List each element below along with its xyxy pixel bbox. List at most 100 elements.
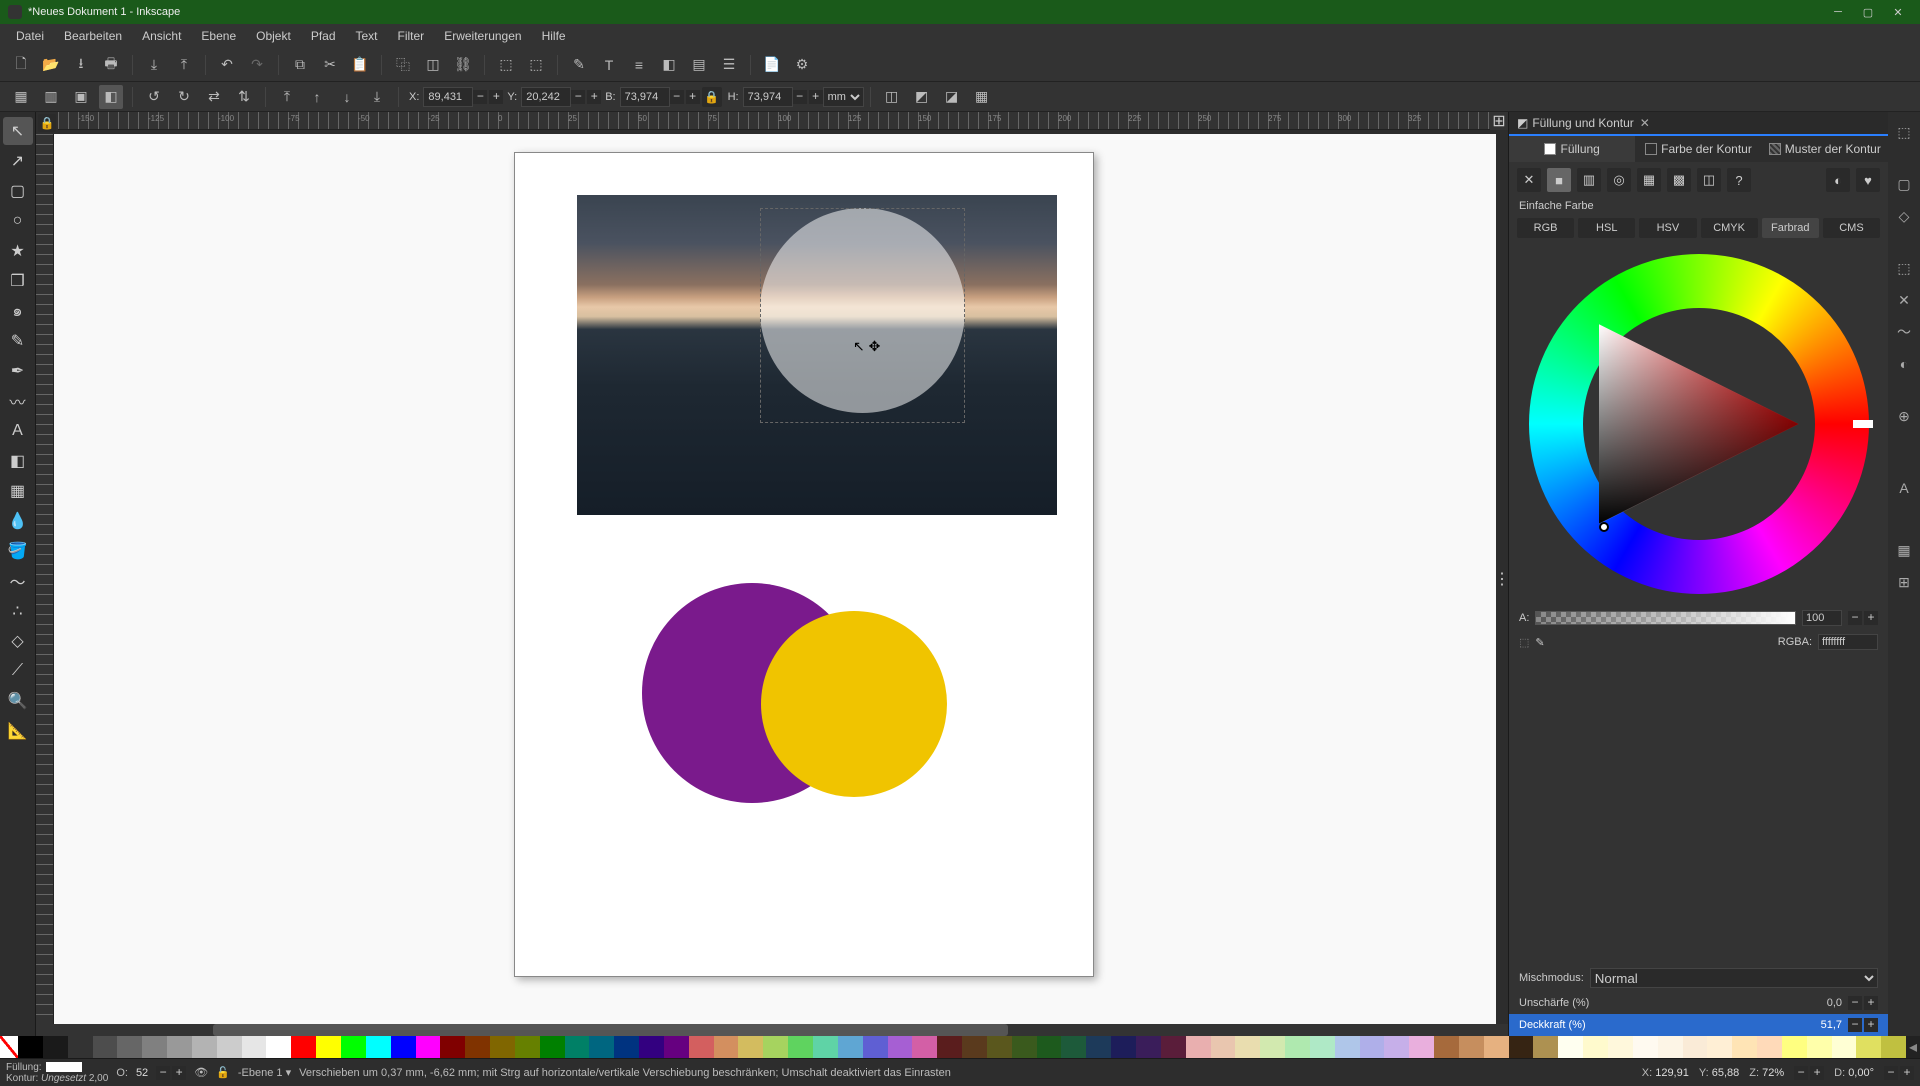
palette-no-color[interactable] bbox=[0, 1036, 18, 1058]
mode-cmyk[interactable]: CMYK bbox=[1701, 218, 1758, 238]
paint-flat-icon[interactable]: ■ bbox=[1547, 168, 1571, 192]
mode-cms[interactable]: CMS bbox=[1823, 218, 1880, 238]
palette-swatch[interactable] bbox=[1211, 1036, 1236, 1058]
layer-selector[interactable]: -Ebene 1 ▾ bbox=[238, 1066, 291, 1079]
document-properties-icon[interactable]: 📄 bbox=[760, 53, 784, 77]
new-document-icon[interactable]: 🗋 bbox=[9, 53, 33, 77]
palette-swatch[interactable] bbox=[142, 1036, 167, 1058]
palette-swatch[interactable] bbox=[1583, 1036, 1608, 1058]
palette-swatch[interactable] bbox=[1037, 1036, 1062, 1058]
menu-text[interactable]: Text bbox=[346, 25, 388, 47]
color-managed-icon[interactable]: ⬚ bbox=[1519, 636, 1529, 649]
palette-swatch[interactable] bbox=[1086, 1036, 1111, 1058]
palette-swatch[interactable] bbox=[1434, 1036, 1459, 1058]
ruler-unit-icon[interactable]: ⊞ bbox=[1490, 112, 1508, 130]
pencil-tool[interactable]: ✎ bbox=[3, 327, 33, 355]
unit-select[interactable]: mm bbox=[823, 87, 864, 107]
palette-swatch[interactable] bbox=[1832, 1036, 1857, 1058]
snap-node-icon[interactable]: ◇ bbox=[1891, 203, 1917, 229]
palette-swatch[interactable] bbox=[192, 1036, 217, 1058]
lock-aspect-icon[interactable]: 🔒 bbox=[702, 87, 722, 107]
palette-swatch[interactable] bbox=[1384, 1036, 1409, 1058]
measure-tool[interactable]: 📐 bbox=[3, 717, 33, 745]
palette-swatch[interactable] bbox=[689, 1036, 714, 1058]
palette-swatch[interactable] bbox=[416, 1036, 441, 1058]
open-icon[interactable]: 📂 bbox=[39, 53, 63, 77]
palette-swatch[interactable] bbox=[341, 1036, 366, 1058]
zoom-tool[interactable]: 🔍 bbox=[3, 687, 33, 715]
toggle-selection-icon[interactable]: ◧ bbox=[99, 85, 123, 109]
rot-inc[interactable]: + bbox=[1900, 1066, 1914, 1080]
palette-swatch[interactable] bbox=[1136, 1036, 1161, 1058]
paint-mesh-icon[interactable]: ▦ bbox=[1637, 168, 1661, 192]
sv-marker[interactable] bbox=[1599, 522, 1609, 532]
status-fill-swatch[interactable] bbox=[46, 1062, 82, 1072]
tab-stroke-style[interactable]: Muster der Kontur bbox=[1762, 136, 1888, 162]
palette-swatch[interactable] bbox=[18, 1036, 43, 1058]
paint-radial-icon[interactable]: ◎ bbox=[1607, 168, 1631, 192]
snap-midpoint-icon[interactable]: ◐ bbox=[1891, 351, 1917, 377]
paint-unknown-icon[interactable]: ? bbox=[1727, 168, 1751, 192]
yellow-ellipse-object[interactable] bbox=[761, 611, 947, 797]
snap-toggle-icon[interactable]: ⬚ bbox=[1891, 119, 1917, 145]
status-o-inc[interactable]: + bbox=[172, 1066, 186, 1080]
palette-swatch[interactable] bbox=[93, 1036, 118, 1058]
palette-swatch[interactable] bbox=[614, 1036, 639, 1058]
maximize-button[interactable]: ▢ bbox=[1854, 3, 1882, 21]
canvas[interactable]: ↖ ✥ bbox=[54, 134, 1496, 1024]
spiral-tool[interactable]: ๑ bbox=[3, 297, 33, 325]
paint-none-icon[interactable]: ✕ bbox=[1517, 168, 1541, 192]
object-properties-icon[interactable]: ☰ bbox=[717, 53, 741, 77]
y-inc[interactable]: + bbox=[587, 90, 601, 104]
panel-handle[interactable]: ⋮ bbox=[1496, 134, 1508, 1024]
lower-bottom-icon[interactable]: ⤓ bbox=[365, 85, 389, 109]
paint-swatch-icon[interactable]: ◫ bbox=[1697, 168, 1721, 192]
palette-swatch[interactable] bbox=[838, 1036, 863, 1058]
palette-swatch[interactable] bbox=[1012, 1036, 1037, 1058]
select-all-layers-icon[interactable]: ▥ bbox=[39, 85, 63, 109]
menu-file[interactable]: Datei bbox=[6, 25, 54, 47]
tweak-tool[interactable]: 〜 bbox=[3, 567, 33, 595]
palette-swatch[interactable] bbox=[291, 1036, 316, 1058]
dropper-tool[interactable]: 💧 bbox=[3, 507, 33, 535]
paint-linear-icon[interactable]: ▥ bbox=[1577, 168, 1601, 192]
alpha-input[interactable] bbox=[1802, 610, 1842, 626]
h-input[interactable] bbox=[743, 87, 793, 107]
align-dialog-icon[interactable]: ≡ bbox=[627, 53, 651, 77]
snap-bbox-icon[interactable]: ▢ bbox=[1891, 171, 1917, 197]
blur-inc[interactable]: + bbox=[1864, 996, 1878, 1010]
snap-smooth-icon[interactable]: 〜 bbox=[1891, 319, 1917, 345]
palette-swatch[interactable] bbox=[987, 1036, 1012, 1058]
opacity-inc[interactable]: + bbox=[1864, 1018, 1878, 1032]
w-inc[interactable]: + bbox=[686, 90, 700, 104]
palette-swatch[interactable] bbox=[763, 1036, 788, 1058]
text-dialog-icon[interactable]: T bbox=[597, 53, 621, 77]
palette-swatch[interactable] bbox=[1111, 1036, 1136, 1058]
h-dec[interactable]: − bbox=[793, 90, 807, 104]
snap-path-icon[interactable]: ⬚ bbox=[1891, 255, 1917, 281]
palette-swatch[interactable] bbox=[465, 1036, 490, 1058]
palette-swatch[interactable] bbox=[1757, 1036, 1782, 1058]
menu-object[interactable]: Objekt bbox=[246, 25, 301, 47]
raise-icon[interactable]: ↑ bbox=[305, 85, 329, 109]
scale-corners-icon[interactable]: ◩ bbox=[910, 85, 934, 109]
palette-swatch[interactable] bbox=[589, 1036, 614, 1058]
palette-swatch[interactable] bbox=[43, 1036, 68, 1058]
palette-swatch[interactable] bbox=[962, 1036, 987, 1058]
palette-swatch[interactable] bbox=[738, 1036, 763, 1058]
snap-text-icon[interactable]: A bbox=[1891, 475, 1917, 501]
import-icon[interactable]: ⤓ bbox=[142, 53, 166, 77]
rot-dec[interactable]: − bbox=[1884, 1066, 1898, 1080]
y-dec[interactable]: − bbox=[571, 90, 585, 104]
palette-swatch[interactable] bbox=[1856, 1036, 1881, 1058]
scale-stroke-icon[interactable]: ◫ bbox=[880, 85, 904, 109]
mesh-tool[interactable]: ▦ bbox=[3, 477, 33, 505]
paste-icon[interactable]: 📋 bbox=[348, 53, 372, 77]
duplicate-icon[interactable]: ⿻ bbox=[391, 53, 415, 77]
palette-swatch[interactable] bbox=[565, 1036, 590, 1058]
palette-swatch[interactable] bbox=[863, 1036, 888, 1058]
palette-swatch[interactable] bbox=[391, 1036, 416, 1058]
undo-icon[interactable]: ↶ bbox=[215, 53, 239, 77]
palette-swatch[interactable] bbox=[167, 1036, 192, 1058]
palette-swatch[interactable] bbox=[912, 1036, 937, 1058]
